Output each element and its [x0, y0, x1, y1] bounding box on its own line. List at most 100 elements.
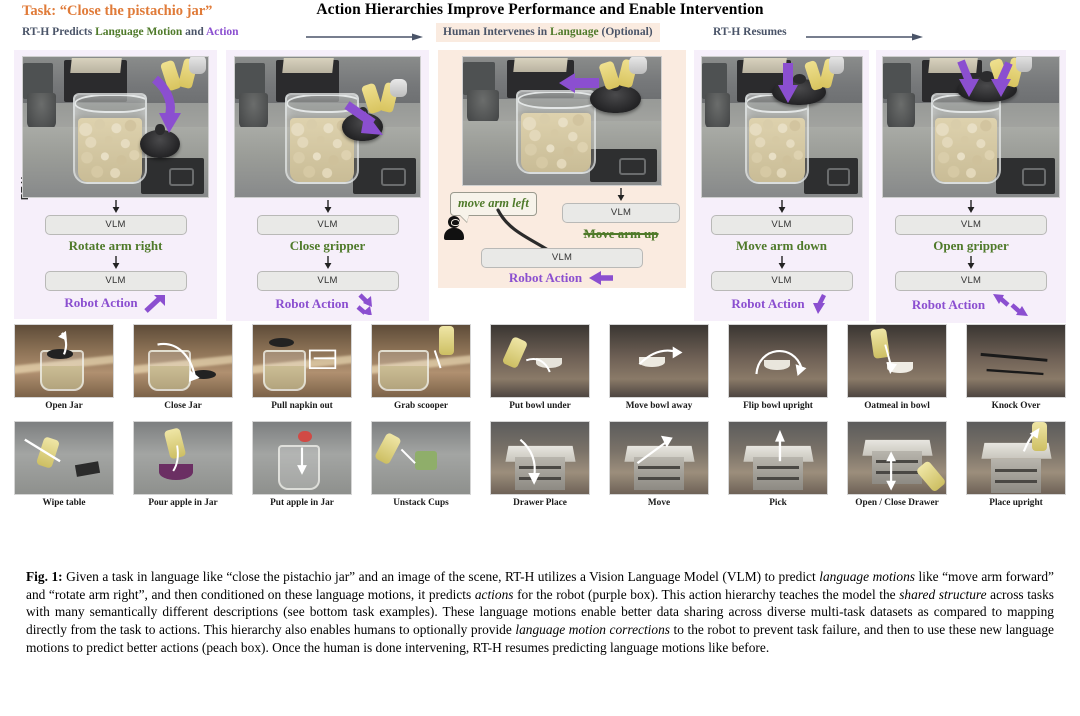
task-label: Put apple in Jar: [270, 498, 334, 508]
task-thumbnail: [133, 324, 233, 398]
task-label: Close Jar: [164, 401, 202, 411]
stage2-prefix: Human Intervenes in: [443, 26, 551, 38]
down-arrow-icon: [778, 256, 785, 269]
stage-arrow-1: [306, 32, 424, 42]
down-arrow-icon: [112, 256, 119, 269]
task-thumbnail: [14, 324, 114, 398]
caption-em-2: actions: [474, 586, 514, 602]
task-cell-flip-bowl-upright[interactable]: Flip bowl upright: [728, 324, 828, 411]
task-label: Unstack Cups: [393, 498, 449, 508]
task-cell-wipe-table[interactable]: Wipe table: [14, 421, 114, 508]
caption-figure-number: Fig. 1:: [26, 569, 63, 584]
task-thumbnail: [490, 324, 590, 398]
robot-gripper: [598, 57, 647, 93]
task-thumbnail: [847, 421, 947, 495]
task-cell-pour-apple-in-jar[interactable]: Pour apple in Jar: [133, 421, 233, 508]
robot-action-line-5: Robot Action: [912, 293, 1030, 317]
stage-label-rth-predicts: RT-H Predicts Language Motion and Action: [22, 26, 239, 38]
task-cell-knock-over[interactable]: Knock Over: [966, 324, 1066, 411]
task-label: Drawer Place: [513, 498, 567, 508]
robot-gripper: [160, 57, 206, 94]
scene-photo-2: [234, 56, 421, 198]
down-arrow-icon: [324, 200, 331, 213]
task-cell-move-bowl-away[interactable]: Move bowl away: [609, 324, 709, 411]
task-cell-put-apple-in-jar[interactable]: Put apple in Jar: [252, 421, 352, 508]
task-thumbnail: [728, 324, 828, 398]
vlm-box-bottom-2: VLM: [256, 271, 399, 291]
figure-title: Action Hierarchies Improve Performance a…: [316, 1, 764, 18]
task-label: Pull napkin out: [271, 401, 333, 411]
task-thumbnail: [490, 421, 590, 495]
stage-label-rth-resumes: RT-H Resumes: [713, 26, 787, 38]
vlm-box-bottom-4: VLM: [710, 271, 853, 291]
vlm-box-top-1: VLM: [44, 215, 187, 235]
scene-photo-4: [700, 56, 863, 198]
language-motion-2: Close gripper: [289, 238, 366, 253]
down-arrow-icon: [617, 188, 625, 201]
panel-move-arm-down: VLM Move arm down VLM Robot Action: [694, 50, 869, 321]
task-label: Pour apple in Jar: [148, 498, 218, 508]
vlm-box-bottom-5: VLM: [895, 271, 1047, 291]
pistachio-jar: [284, 93, 360, 185]
task-grid-row-1: Open Jar Close Jar Pull napkin out Grab …: [0, 324, 1080, 411]
action-arrow-up-right-icon: [143, 295, 165, 313]
robot-gripper: [988, 57, 1033, 93]
caption-part-3: for the robot (purple box). This action …: [513, 586, 900, 602]
caption-em-1: language motions: [819, 569, 915, 584]
panel-human-intervention: VLM Move arm up move arm left VLM Robot …: [438, 50, 686, 288]
stage1-action: Action: [205, 26, 239, 38]
task-cell-place-upright[interactable]: Place upright: [966, 421, 1066, 508]
stage2-language: Language: [550, 26, 599, 38]
task-label: Knock Over: [991, 401, 1041, 411]
task-cell-open-close-drawer[interactable]: Open / Close Drawer: [847, 421, 947, 508]
stage1-mid: and: [182, 26, 206, 38]
task-cell-open-jar[interactable]: Open Jar: [14, 324, 114, 411]
stage-arrow-2: [806, 32, 924, 42]
robot-gripper: [361, 78, 407, 118]
task-cell-oatmeal-in-bowl[interactable]: Oatmeal in bowl: [847, 324, 947, 411]
panel-close-gripper: VLM Close gripper VLM Robot Action: [226, 50, 429, 321]
task-cell-put-bowl-under[interactable]: Put bowl under: [490, 324, 590, 411]
vlm-box-bottom-3: VLM: [481, 248, 643, 268]
down-arrow-icon: [778, 200, 785, 213]
task-cell-drawer-place[interactable]: Drawer Place: [490, 421, 590, 508]
vlm-box-top-5: VLM: [895, 215, 1047, 235]
task-label: Grab scooper: [394, 401, 448, 411]
task-thumbnail: [966, 324, 1066, 398]
task-cell-close-jar[interactable]: Close Jar: [133, 324, 233, 411]
task-thumbnail: [252, 421, 352, 495]
robot-action-label-3: Robot Action: [508, 270, 583, 285]
vlm-box-top-2: VLM: [256, 215, 399, 235]
scene-photo-3: [462, 56, 662, 186]
down-arrow-icon: [967, 200, 975, 213]
task-cell-grab-scooper[interactable]: Grab scooper: [371, 324, 471, 411]
pipeline-flow-3: VLM Move arm up move arm left VLM Robot …: [438, 186, 686, 285]
task-label: Open / Close Drawer: [855, 498, 939, 508]
task-label: Wipe table: [42, 498, 86, 508]
down-arrow-icon: [112, 200, 119, 213]
caption-em-4: language motion corrections: [515, 622, 670, 638]
panel-open-gripper: VLM Open gripper VLM Robot Action: [876, 50, 1066, 323]
robot-action-column-3: VLM Robot Action: [438, 248, 686, 287]
task-thumbnail: [371, 421, 471, 495]
pistachio-jar: [744, 93, 810, 185]
robot-action-line-3: Robot Action: [509, 270, 615, 286]
task-cell-pull-napkin-out[interactable]: Pull napkin out: [252, 324, 352, 411]
human-person-icon: [444, 216, 464, 240]
robot-action-label-4: Robot Action: [731, 296, 805, 311]
pipeline-flow-2: VLM Close gripper VLM Robot Action: [226, 200, 429, 315]
pistachio-jar: [516, 90, 596, 174]
task-label: Move bowl away: [625, 401, 693, 411]
task-label: Open Jar: [45, 401, 83, 411]
robot-action-label-5: Robot Action: [911, 297, 986, 312]
pipeline-flow-1: VLM Rotate arm right VLM Robot Action: [14, 200, 217, 313]
robot-action-line-1: Robot Action: [64, 293, 166, 313]
task-thumbnail: [252, 324, 352, 398]
task-cell-pick[interactable]: Pick: [728, 421, 828, 508]
vlm-box-bottom-1: VLM: [44, 271, 187, 291]
pipeline-panel-row: RT-H VLM Rotate arm right: [0, 50, 1080, 323]
task-cell-move[interactable]: Move: [609, 421, 709, 508]
task-cell-unstack-cups[interactable]: Unstack Cups: [371, 421, 471, 508]
vlm-box-top-4: VLM: [710, 215, 853, 235]
pistachio-jar: [72, 93, 148, 185]
